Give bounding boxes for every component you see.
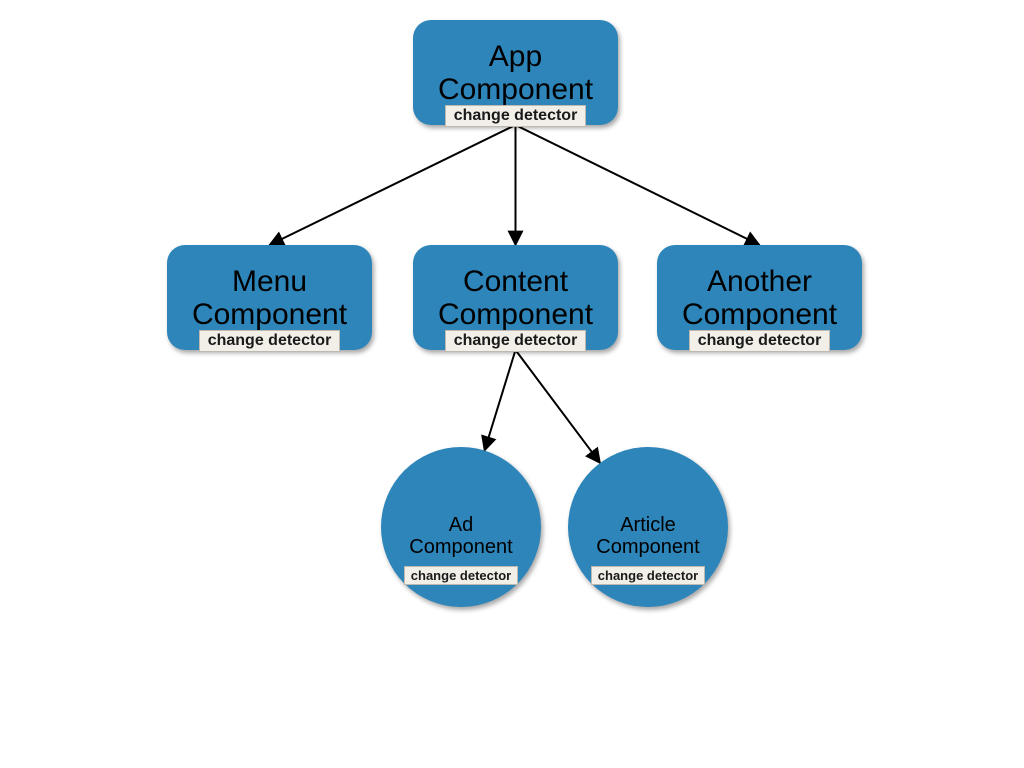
node-ad-badge: change detector — [404, 566, 518, 585]
node-app-badge: change detector — [445, 105, 587, 127]
node-menu: Menu Component change detector — [167, 245, 372, 350]
node-content: Content Component change detector — [413, 245, 618, 350]
node-content-badge: change detector — [445, 330, 587, 352]
node-app: App Component change detector — [413, 20, 618, 125]
edge-app-menu — [270, 125, 516, 245]
node-article: Article Component change detector — [568, 447, 728, 607]
node-another-badge: change detector — [689, 330, 831, 352]
node-app-title: App Component — [438, 40, 593, 106]
edge-app-another — [516, 125, 760, 245]
node-another-title: Another Component — [682, 265, 837, 331]
node-menu-badge: change detector — [199, 330, 341, 352]
node-ad: Ad Component change detector — [381, 447, 541, 607]
node-menu-title: Menu Component — [192, 265, 347, 331]
edge-content-ad — [485, 350, 516, 451]
node-another: Another Component change detector — [657, 245, 862, 350]
node-article-title: Article Component — [596, 514, 699, 558]
node-article-badge: change detector — [591, 566, 705, 585]
edge-content-article — [516, 350, 601, 463]
node-content-title: Content Component — [438, 265, 593, 331]
node-ad-title: Ad Component — [409, 514, 512, 558]
